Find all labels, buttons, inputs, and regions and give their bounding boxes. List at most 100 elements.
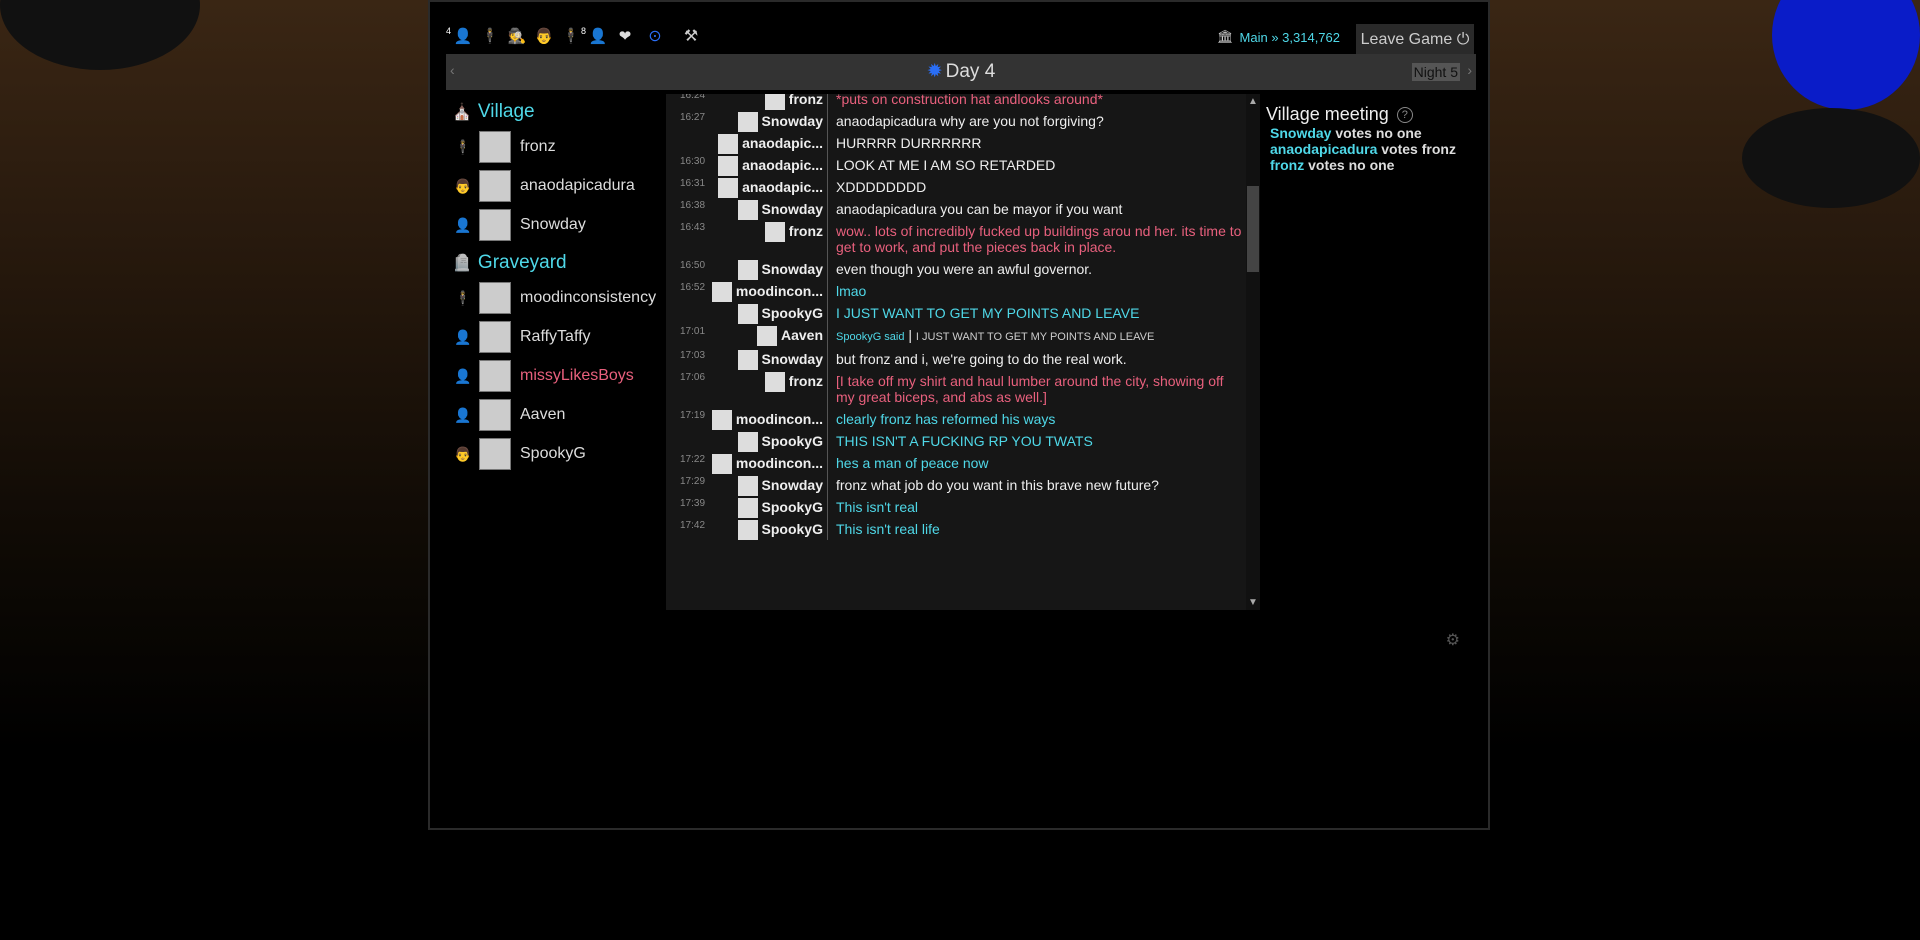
author-name: moodincon... bbox=[735, 283, 823, 299]
night-5-button[interactable]: Night 5 bbox=[1411, 63, 1460, 81]
author-avatar bbox=[718, 134, 739, 154]
message-text: even though you were an awful governor. bbox=[836, 261, 1093, 277]
message-author[interactable]: SpookyG bbox=[708, 518, 828, 540]
message-text: XDDDDDDDD bbox=[836, 179, 927, 195]
player-name: anaodapicadura bbox=[520, 176, 635, 194]
voter-name[interactable]: anaodapicadura bbox=[1270, 141, 1377, 157]
target-icon[interactable]: ⊙ bbox=[644, 26, 666, 48]
message-author[interactable]: Snowday bbox=[708, 474, 828, 496]
chat-scrollbar[interactable]: ▲ ▼ bbox=[1246, 94, 1260, 610]
message-author[interactable]: moodincon... bbox=[708, 280, 828, 302]
player-row[interactable]: 🕴 moodinconsistency bbox=[452, 278, 662, 317]
chevron-right-icon[interactable]: › bbox=[1467, 62, 1472, 78]
player-row[interactable]: 👤 RaffyTaffy bbox=[452, 317, 662, 356]
message-author[interactable]: moodincon... bbox=[708, 452, 828, 474]
message-author[interactable]: Snowday bbox=[708, 110, 828, 132]
message-author[interactable]: SpookyG bbox=[708, 302, 828, 324]
voter-name[interactable]: Snowday bbox=[1270, 125, 1331, 141]
message-text: lmao bbox=[836, 283, 867, 299]
player-row[interactable]: 👨 SpookyG bbox=[452, 434, 662, 473]
author-avatar bbox=[737, 350, 758, 370]
avatar bbox=[479, 169, 511, 202]
player-row[interactable]: 🕴 fronz bbox=[452, 127, 662, 166]
message-text: I JUST WANT TO GET MY POINTS AND LEAVE bbox=[836, 305, 1140, 321]
avatar bbox=[479, 281, 511, 314]
author-avatar bbox=[737, 200, 758, 220]
chat-message: 16:52 moodincon... lmao bbox=[666, 280, 1246, 302]
message-time bbox=[666, 430, 708, 452]
message-author[interactable]: Snowday bbox=[708, 258, 828, 280]
message-author[interactable]: Aaven bbox=[708, 324, 828, 348]
author-avatar bbox=[764, 94, 785, 110]
player-icon[interactable]: 👤 8 bbox=[581, 26, 609, 48]
help-icon[interactable]: ? bbox=[1396, 106, 1413, 123]
village-icon: ⛪ bbox=[452, 104, 472, 121]
villager-icon[interactable]: 👤 4 bbox=[446, 26, 474, 48]
heart-icon[interactable]: ❤ bbox=[614, 26, 636, 48]
message-time: 17:39 bbox=[680, 498, 706, 509]
day-title-label: Day 4 bbox=[945, 61, 996, 82]
tools-icon[interactable]: ⚒ bbox=[680, 26, 702, 48]
game-panel: 👤 4 🕴 🕵 👨 🕴 👤 8 ❤ ⊙ ⚒ 🏛 Main » 3,314,762 Leave Ga… bbox=[428, 0, 1490, 830]
scroll-up-icon[interactable]: ▲ bbox=[1248, 96, 1258, 107]
chat-log[interactable]: 16:24 fronz *puts on construction hat andl… bbox=[666, 94, 1260, 610]
extra-icons: ⊙ ⚒ bbox=[644, 26, 702, 48]
message-time: 16:43 bbox=[680, 222, 706, 233]
message-author[interactable]: anaodapic... bbox=[708, 154, 828, 176]
detective-icon[interactable]: 🕵 bbox=[506, 26, 528, 48]
scroll-down-icon[interactable]: ▼ bbox=[1248, 597, 1258, 608]
message-author[interactable]: SpookyG bbox=[708, 496, 828, 518]
chat-message: 16:27 Snowday anaodapicadura why are you n… bbox=[666, 110, 1246, 132]
chat-message: 16:31 anaodapic... XDDDDDDDD bbox=[666, 176, 1246, 198]
doctor-icon-glyph: 👨 bbox=[534, 28, 554, 45]
player-icon-glyph: 👤 bbox=[588, 28, 608, 45]
message-time: 17:03 bbox=[680, 350, 706, 361]
message-text: HURRRR DURRRRRR bbox=[836, 135, 982, 151]
player-row[interactable]: 👨 anaodapicadura bbox=[452, 166, 662, 205]
chat-message: 17:22 moodincon... hes a man of peace now bbox=[666, 452, 1246, 474]
day-title: ✹ Day 4 bbox=[446, 60, 1476, 83]
message-author[interactable]: fronz bbox=[708, 94, 828, 110]
author-avatar bbox=[737, 498, 758, 518]
player-row[interactable]: 👤 missyLikesBoys bbox=[452, 356, 662, 395]
gear-icon[interactable]: ⚙ bbox=[1446, 630, 1460, 650]
group-graveyard: 🪦 Graveyard bbox=[452, 248, 662, 278]
message-author[interactable]: Snowday bbox=[708, 198, 828, 220]
message-text: but fronz and i, we're going to do the r… bbox=[836, 351, 1127, 367]
leave-game-label: Leave Game bbox=[1360, 31, 1453, 48]
message-author[interactable]: fronz bbox=[708, 220, 828, 258]
author-avatar bbox=[756, 326, 777, 346]
mafia-icon[interactable]: 🕴 bbox=[479, 26, 501, 48]
author-avatar bbox=[764, 222, 785, 242]
doctor-icon[interactable]: 👨 bbox=[533, 26, 555, 48]
player-row[interactable]: 👤 Snowday bbox=[452, 205, 662, 244]
day-bar: ‹ ✹ Day 4 Night 5 › bbox=[446, 54, 1476, 90]
author-avatar bbox=[711, 282, 732, 302]
chat-message: 17:39 SpookyG This isn't real bbox=[666, 496, 1246, 518]
role-icon: 🕴 bbox=[454, 289, 472, 306]
main-score[interactable]: 🏛 Main » 3,314,762 bbox=[1217, 29, 1340, 45]
chat-message: 17:19 moodincon... clearly fronz has refor… bbox=[666, 408, 1246, 430]
vote-line: anaodapicadura votes fronz bbox=[1266, 141, 1476, 157]
voter-name[interactable]: fronz bbox=[1270, 157, 1304, 173]
message-text: SpookyG said | I JUST WANT TO GET MY POI… bbox=[836, 327, 1155, 343]
quote-source: SpookyG said bbox=[836, 331, 905, 343]
gangster-icon[interactable]: 🕴 bbox=[560, 26, 582, 48]
decor-cloud-right bbox=[1742, 108, 1920, 208]
message-author[interactable]: anaodapic... bbox=[708, 132, 828, 154]
avatar bbox=[479, 320, 511, 353]
message-text: anaodapicadura why are you not forgiving… bbox=[836, 113, 1104, 129]
message-author[interactable]: SpookyG bbox=[708, 430, 828, 452]
player-row[interactable]: 👤 Aaven bbox=[452, 395, 662, 434]
leave-game-button[interactable]: Leave Game ⏻ bbox=[1356, 24, 1474, 56]
author-name: anaodapic... bbox=[742, 157, 823, 173]
scroll-thumb[interactable] bbox=[1247, 186, 1259, 272]
author-avatar bbox=[737, 260, 758, 280]
chat-message: 16:24 fronz *puts on construction hat andl… bbox=[666, 94, 1246, 110]
author-avatar bbox=[737, 432, 758, 452]
message-author[interactable]: Snowday bbox=[708, 348, 828, 370]
message-author[interactable]: fronz bbox=[708, 370, 828, 408]
message-author[interactable]: moodincon... bbox=[708, 408, 828, 430]
message-text: This isn't real life bbox=[836, 521, 940, 537]
message-author[interactable]: anaodapic... bbox=[708, 176, 828, 198]
